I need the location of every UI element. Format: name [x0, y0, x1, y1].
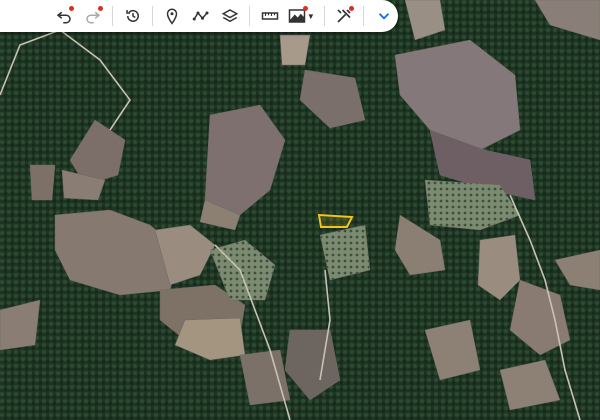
toolbar-divider: [249, 6, 251, 26]
undo-button[interactable]: [52, 3, 77, 29]
satellite-map[interactable]: [0, 0, 600, 420]
redo-badge: [98, 6, 104, 11]
redo-button[interactable]: [80, 3, 105, 29]
dropdown-caret-icon: ▼: [306, 11, 315, 21]
search-box[interactable]: [0, 0, 50, 32]
toolbar-divider: [151, 6, 153, 26]
layers-icon: [221, 9, 239, 23]
measure-button[interactable]: [257, 3, 282, 29]
map-toolbar: ▼: [0, 0, 398, 32]
toolbar-divider: [112, 6, 114, 26]
elevation-button[interactable]: ▼: [286, 3, 317, 29]
add-marker-button[interactable]: [160, 3, 185, 29]
ruler-icon: [261, 12, 278, 20]
toolbar-divider: [363, 6, 365, 26]
tools-badge: [349, 6, 355, 11]
draw-path-icon: [192, 11, 209, 21]
highlighted-parcel[interactable]: [317, 213, 354, 228]
history-icon: [125, 9, 139, 22]
draw-path-button[interactable]: [189, 3, 214, 29]
place-marker-icon: [167, 8, 178, 25]
tools-button[interactable]: [331, 3, 356, 29]
history-button[interactable]: [120, 3, 145, 29]
expand-chevron-icon: [378, 13, 389, 20]
layers-button[interactable]: [217, 3, 242, 29]
toolbar-divider: [323, 6, 325, 26]
elevation-badge: [302, 6, 308, 11]
expand-toolbar-button[interactable]: [371, 3, 396, 29]
undo-badge: [69, 6, 75, 11]
